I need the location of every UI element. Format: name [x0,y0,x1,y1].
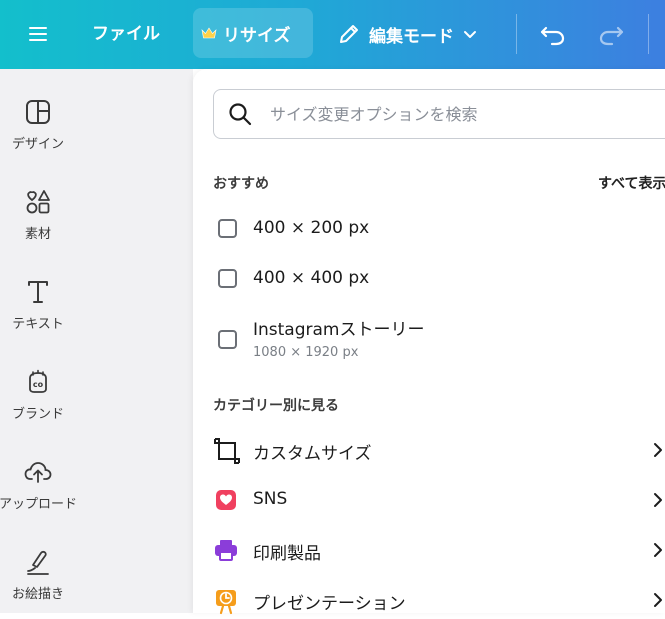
category-label: プレゼンテーション [253,594,406,614]
search-input[interactable] [270,94,650,134]
category-label: SNS [253,489,288,509]
sidebar-item-label: アップロード [0,497,77,512]
elements-icon [26,190,50,214]
chevron-down-icon [464,31,476,38]
upload-icon [24,462,52,483]
heart-icon [216,490,236,510]
text-icon [28,281,48,303]
category-custom-size[interactable]: カスタムサイズ [213,429,665,469]
crown-icon [201,27,217,39]
top-toolbar: ファイル リサイズ 編集モード [0,0,665,69]
undo-icon[interactable] [538,20,568,48]
checkbox[interactable] [218,269,237,288]
option-label: Instagramストーリー [253,320,425,340]
checkbox[interactable] [218,330,237,349]
category-sns[interactable]: SNS [213,479,665,519]
chevron-right-icon [654,443,662,457]
sidebar-item-label: お絵描き [11,587,64,602]
chevron-right-icon [654,543,662,557]
category-heading: カテゴリー別に見る [213,398,339,414]
presentation-icon [216,590,236,615]
sidebar-item-brand[interactable]: co ブランド [0,369,76,422]
design-icon [26,100,50,124]
brand-icon: co [29,369,47,393]
sidebar-item-draw[interactable]: お絵描き [0,549,76,602]
printer-icon [215,540,237,561]
menu-icon[interactable] [22,20,54,48]
search-icon [229,103,252,126]
sidebar-item-upload[interactable]: アップロード [0,459,77,512]
draw-icon [27,550,49,575]
resize-panel: おすすめ すべて表示 400 × 200 px 400 × 400 px Ins… [193,69,665,615]
checkbox[interactable] [218,219,237,238]
option-size: 1080 × 1920 px [253,345,359,360]
toolbar-divider [648,14,649,54]
sidebar-item-label: デザイン [11,137,64,152]
category-label: カスタムサイズ [253,444,372,464]
sidebar-item-label: ブランド [11,407,64,422]
sidebar-item-text[interactable]: テキスト [0,279,76,332]
sidebar-item-label: テキスト [12,317,64,332]
pencil-icon [340,25,358,43]
sidebar-item-elements[interactable]: 素材 [0,189,76,242]
option-label: 400 × 400 px [253,268,370,288]
option-label: 400 × 200 px [253,218,370,238]
show-all-link[interactable]: すべて表示 [598,173,665,193]
file-menu-button[interactable]: ファイル [92,20,160,48]
left-sidebar: デザイン 素材 テキスト co ブランド アップロード お絵描き [0,69,193,613]
category-print[interactable]: 印刷製品 [213,529,665,569]
chevron-right-icon [654,493,662,507]
recommended-option[interactable]: Instagramストーリー 1080 × 1920 px [213,315,653,365]
resize-button[interactable]: リサイズ [193,8,313,58]
svg-text:co: co [33,380,44,389]
edit-mode-label: 編集モード [369,26,454,47]
sidebar-item-design[interactable]: デザイン [0,99,76,152]
recommended-option[interactable]: 400 × 200 px [213,215,653,243]
search-box[interactable] [213,89,665,139]
resize-label: リサイズ [223,25,291,46]
recommended-option[interactable]: 400 × 400 px [213,265,653,293]
edit-mode-dropdown[interactable]: 編集モード [337,20,478,48]
category-presentation[interactable]: プレゼンテーション [213,579,665,619]
redo-icon[interactable] [596,20,626,48]
toolbar-divider [516,14,517,54]
recommended-heading: おすすめ [213,176,269,192]
chevron-right-icon [654,593,662,607]
sidebar-item-label: 素材 [24,227,51,242]
category-label: 印刷製品 [253,544,321,564]
custom-size-icon [214,438,240,464]
